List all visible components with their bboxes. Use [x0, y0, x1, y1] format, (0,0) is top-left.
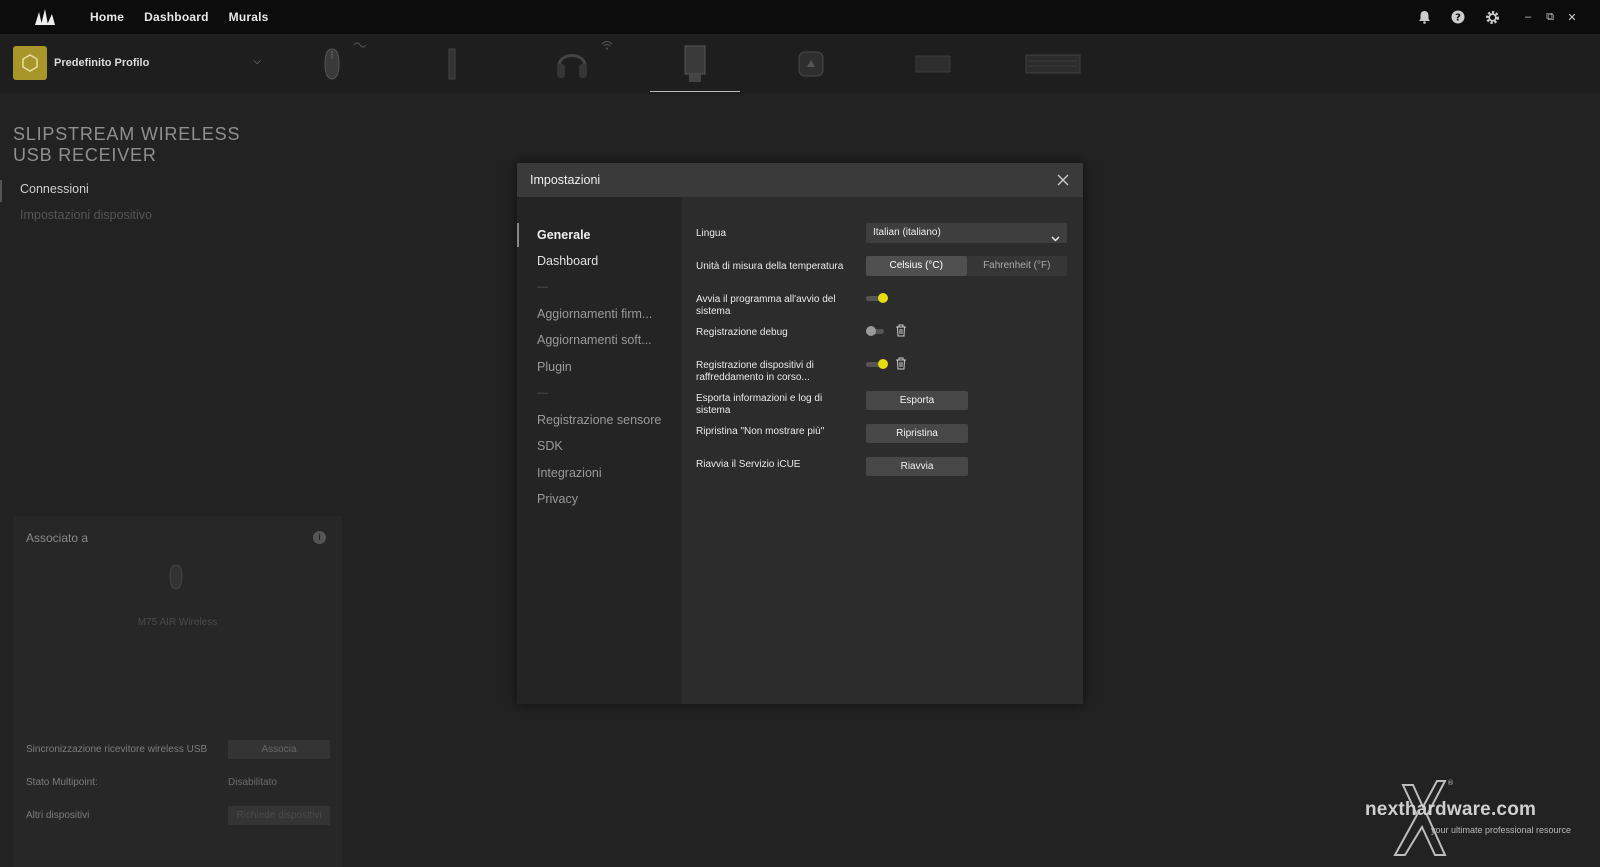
left-nav-device-settings[interactable]: Impostazioni dispositivo	[20, 208, 152, 222]
associated-device-name: M75 AIR Wireless	[137, 617, 218, 628]
temperature-label: Unità di misura della temperatura	[696, 261, 844, 272]
wired-icon	[348, 38, 372, 52]
export-button[interactable]: Esporta	[866, 391, 968, 410]
settings-content: Lingua Italian (italiano) Unità di misur…	[682, 197, 1083, 704]
modal-header: Impostazioni	[517, 163, 1083, 197]
watermark-tagline: your ultimate professional resource	[1431, 825, 1572, 835]
bell-icon[interactable]	[1416, 9, 1432, 25]
sidebar-item-general[interactable]: Generale	[537, 228, 591, 242]
help-icon[interactable]: ?	[1450, 9, 1466, 25]
debug-toggle[interactable]	[866, 326, 888, 336]
icue-app: Home Dashboard Murals ? – ⧉ ✕ Predefinit…	[0, 0, 1600, 867]
debug-label: Registrazione debug	[696, 327, 788, 338]
associated-title: Associato a	[26, 531, 89, 545]
settings-modal: Impostazioni Generale Dashboard — Aggior…	[517, 163, 1083, 704]
wifi-icon	[600, 38, 614, 52]
usb-receiver-icon[interactable]	[650, 42, 740, 92]
watermark-brand: nexthardware.com	[1365, 799, 1537, 820]
restart-button[interactable]: Riavvia	[866, 457, 968, 476]
top-bar: Home Dashboard Murals ? – ⧉ ✕	[0, 0, 1600, 34]
multipoint-label: Stato Multipoint:	[26, 777, 98, 788]
profile-icon	[13, 46, 47, 80]
reset-button[interactable]: Ripristina	[866, 424, 968, 443]
reset-label: Ripristina "Non mostrare più"	[696, 426, 825, 437]
cooling-label: Registrazione dispositivi di raffreddame…	[696, 360, 814, 383]
export-label: Esporta informazioni e log di sistema	[696, 393, 823, 416]
multipoint-value: Disabilitato	[228, 777, 277, 788]
cooling-toggle[interactable]	[866, 359, 888, 369]
device-title-line2: USB RECEIVER	[13, 145, 157, 165]
gear-icon[interactable]	[1484, 9, 1500, 25]
celsius-option[interactable]: Celsius (°C)	[866, 256, 967, 276]
sidebar-item-sdk[interactable]: SDK	[537, 439, 563, 453]
left-nav-connections[interactable]: Connessioni	[20, 182, 89, 196]
language-value: Italian (italiano)	[873, 227, 941, 238]
toggle-knob	[878, 293, 888, 303]
svg-text:?: ?	[1455, 13, 1461, 24]
info-icon[interactable]: i	[313, 531, 326, 544]
keyboard-icon[interactable]	[1024, 42, 1082, 86]
minimize-button[interactable]: –	[1518, 11, 1538, 23]
restore-button[interactable]: ⧉	[1540, 11, 1560, 24]
sidebar-item-software[interactable]: Aggiornamenti soft...	[537, 333, 652, 347]
chevron-down-icon: ⌵	[253, 56, 261, 67]
sync-label: Sincronizzazione ricevitore wireless USB	[26, 744, 208, 755]
associate-button[interactable]: Associa	[228, 740, 330, 759]
toggle-knob	[878, 359, 888, 369]
profile-selector[interactable]: Predefinito Profilo ⌵	[13, 46, 261, 80]
chevron-down-icon	[1051, 229, 1060, 247]
sidebar-item-firmware[interactable]: Aggiornamenti firm...	[537, 307, 652, 321]
restart-label: Riavvia il Servizio iCUE	[696, 459, 801, 470]
usb-stick-icon[interactable]	[446, 42, 458, 86]
watermark: ® nexthardware.com your ultimate profess…	[1365, 775, 1595, 861]
sidebar-separator: —	[537, 281, 548, 293]
request-devices-button[interactable]: Richiede dispositivi	[228, 806, 330, 825]
nav-murals[interactable]: Murals	[229, 10, 269, 24]
left-nav-marker	[0, 180, 2, 202]
device-bar: Predefinito Profilo ⌵	[0, 34, 1600, 94]
sidebar-item-plugin[interactable]: Plugin	[537, 360, 572, 374]
trash-icon[interactable]	[895, 324, 907, 337]
corsair-logo-icon[interactable]	[26, 5, 64, 29]
modal-title: Impostazioni	[530, 173, 601, 187]
sidebar-separator: —	[537, 387, 548, 399]
controller-icon[interactable]	[796, 42, 826, 86]
watermark-registered: ®	[1447, 779, 1454, 787]
trash-icon[interactable]	[895, 357, 907, 370]
language-label: Lingua	[696, 228, 727, 239]
nav-home[interactable]: Home	[90, 10, 124, 24]
temperature-segmented: Celsius (°C) Fahrenheit (°F)	[866, 256, 1067, 276]
settings-sidebar: Generale Dashboard — Aggiornamenti firm.…	[517, 197, 682, 704]
other-devices-label: Altri dispositivi	[26, 810, 90, 821]
close-window-button[interactable]: ✕	[1562, 11, 1582, 24]
nav-dashboard[interactable]: Dashboard	[144, 10, 208, 24]
sidebar-item-sensor-log[interactable]: Registrazione sensore	[537, 413, 661, 427]
associated-panel: Associato a i M75 AIR Wireless Sincroniz…	[13, 516, 342, 867]
sidebar-item-dashboard[interactable]: Dashboard	[537, 254, 598, 268]
close-icon[interactable]	[1053, 170, 1073, 190]
device-title: SLIPSTREAM WIRELESS USB RECEIVER	[13, 124, 240, 166]
mouse-icon[interactable]	[320, 42, 344, 86]
sidebar-item-integrations[interactable]: Integrazioni	[537, 466, 602, 480]
profile-name: Predefinito Profilo	[54, 57, 150, 69]
language-select[interactable]: Italian (italiano)	[866, 223, 1067, 243]
device-title-line1: SLIPSTREAM WIRELESS	[13, 124, 241, 144]
top-icons: ? – ⧉ ✕	[1416, 0, 1600, 34]
fahrenheit-option[interactable]: Fahrenheit (°F)	[967, 256, 1068, 276]
startup-toggle[interactable]	[866, 293, 888, 303]
sidebar-active-marker	[517, 223, 519, 247]
sidebar-item-privacy[interactable]: Privacy	[537, 492, 578, 506]
case-icon[interactable]	[914, 42, 952, 86]
headset-icon[interactable]	[552, 42, 592, 86]
toggle-knob	[866, 326, 876, 336]
mouse-icon	[168, 564, 184, 595]
startup-label: Avvia il programma all'avvio del sistema	[696, 294, 836, 317]
